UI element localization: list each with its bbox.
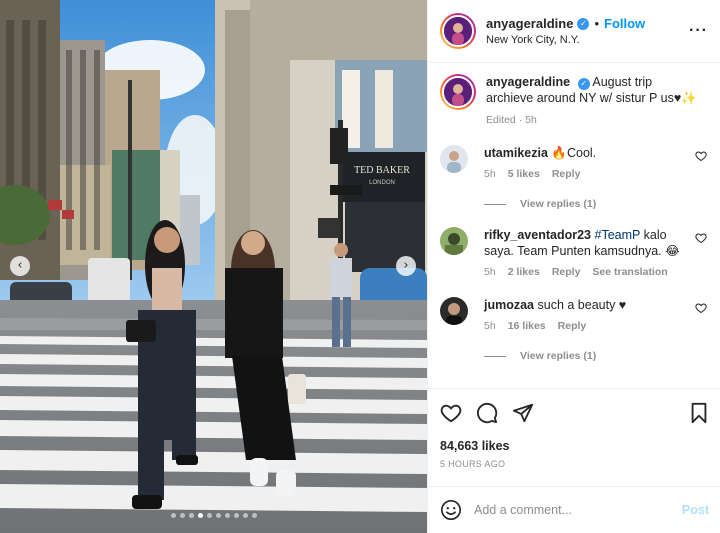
see-translation-button[interactable]: See translation bbox=[592, 264, 667, 280]
carousel-dots bbox=[0, 513, 427, 518]
carousel-dot bbox=[206, 513, 212, 518]
carousel-dot bbox=[170, 513, 176, 518]
view-replies-button[interactable]: View replies (1) bbox=[484, 198, 709, 210]
emoji-icon[interactable] bbox=[440, 499, 462, 521]
view-replies-button[interactable]: View replies (1) bbox=[484, 350, 709, 362]
add-comment-bar: Post bbox=[428, 486, 720, 533]
comment-hashtag[interactable]: #TeamP bbox=[595, 228, 641, 242]
more-options-icon[interactable]: ··· bbox=[689, 22, 708, 40]
comment-likes[interactable]: 16 likes bbox=[508, 318, 546, 334]
carousel-dot bbox=[215, 513, 221, 518]
post-photo[interactable]: TED BAKER LONDON ‹ › bbox=[0, 0, 427, 533]
author-username[interactable]: anyageraldine bbox=[486, 16, 573, 31]
verified-badge-icon: ✓ bbox=[577, 78, 590, 90]
comment-age: 5h bbox=[484, 320, 496, 332]
comment-age: 5h bbox=[484, 266, 496, 278]
replies-divider bbox=[484, 203, 506, 205]
comment-item: utamikezia 🔥Cool. 5h 5 likes Reply bbox=[440, 145, 709, 182]
comment-text: 🔥Cool. bbox=[551, 146, 597, 160]
replies-divider bbox=[484, 355, 506, 357]
post-caption: anyageraldine ✓ August trip archieve aro… bbox=[440, 74, 709, 128]
comment-item: rifky_aventador23 #TeamP kalo saya. Team… bbox=[440, 227, 709, 280]
carousel-dot bbox=[224, 513, 230, 518]
save-bookmark-icon[interactable] bbox=[689, 402, 709, 424]
likes-count[interactable]: 84,663 likes bbox=[440, 439, 709, 453]
like-comment-icon[interactable] bbox=[695, 302, 707, 314]
comment-age: 5h bbox=[484, 168, 496, 180]
caption-edited: Edited · 5h bbox=[486, 114, 537, 126]
follow-button[interactable]: Follow bbox=[604, 16, 645, 31]
comment-text: such a beauty ♥ bbox=[537, 298, 627, 312]
comment-username[interactable]: jumozaa bbox=[484, 298, 534, 312]
post-header: anyageraldine ✓ • Follow New York City, … bbox=[428, 0, 720, 63]
caption-username[interactable]: anyageraldine bbox=[486, 75, 570, 89]
like-heart-icon[interactable] bbox=[440, 402, 462, 424]
view-replies-label: View replies (1) bbox=[520, 198, 597, 210]
instagram-post: TED BAKER LONDON ‹ › anyageraldine ✓ • F… bbox=[0, 0, 720, 533]
comment-likes[interactable]: 2 likes bbox=[508, 264, 540, 280]
store-sign: TED BAKER bbox=[354, 165, 410, 176]
carousel-dot bbox=[233, 513, 239, 518]
share-send-icon[interactable] bbox=[512, 402, 534, 424]
previous-photo-button[interactable]: ‹ bbox=[10, 256, 30, 276]
store-sign-sub: LONDON bbox=[369, 180, 395, 186]
comment-username[interactable]: rifky_aventador23 bbox=[484, 228, 591, 242]
carousel-dot bbox=[251, 513, 257, 518]
commenter-avatar[interactable] bbox=[440, 145, 468, 173]
carousel-dot bbox=[242, 513, 248, 518]
reply-button[interactable]: Reply bbox=[552, 166, 581, 182]
next-photo-button[interactable]: › bbox=[396, 256, 416, 276]
verified-badge-icon: ✓ bbox=[577, 17, 590, 30]
like-comment-icon[interactable] bbox=[695, 232, 707, 244]
comment-item: jumozaa such a beauty ♥ 5h 16 likes Repl… bbox=[440, 297, 709, 334]
commenter-avatar[interactable] bbox=[440, 297, 468, 325]
header-separator: • bbox=[594, 16, 599, 31]
carousel-dot bbox=[179, 513, 185, 518]
post-comment-button[interactable]: Post bbox=[682, 503, 709, 517]
post-actions: 84,663 likes 5 HOURS AGO bbox=[428, 388, 720, 486]
street-photo-image: TED BAKER LONDON bbox=[0, 0, 427, 533]
view-replies-label: View replies (1) bbox=[520, 350, 597, 362]
reply-button[interactable]: Reply bbox=[558, 318, 587, 334]
comment-username[interactable]: utamikezia bbox=[484, 146, 548, 160]
post-details-panel: anyageraldine ✓ • Follow New York City, … bbox=[427, 0, 720, 533]
like-comment-icon[interactable] bbox=[695, 150, 707, 162]
commenter-avatar[interactable] bbox=[440, 227, 468, 255]
carousel-dot bbox=[197, 513, 203, 518]
comment-bubble-icon[interactable] bbox=[476, 402, 498, 424]
post-location[interactable]: New York City, N.Y. bbox=[486, 34, 689, 46]
reply-button[interactable]: Reply bbox=[552, 264, 581, 280]
comment-likes[interactable]: 5 likes bbox=[508, 166, 540, 182]
caption-avatar[interactable] bbox=[440, 74, 476, 110]
post-timestamp: 5 HOURS AGO bbox=[440, 459, 506, 469]
carousel-dot bbox=[188, 513, 194, 518]
comment-input[interactable] bbox=[474, 503, 682, 517]
author-avatar[interactable] bbox=[440, 13, 476, 49]
comments-section[interactable]: anyageraldine ✓ August trip archieve aro… bbox=[428, 64, 720, 388]
